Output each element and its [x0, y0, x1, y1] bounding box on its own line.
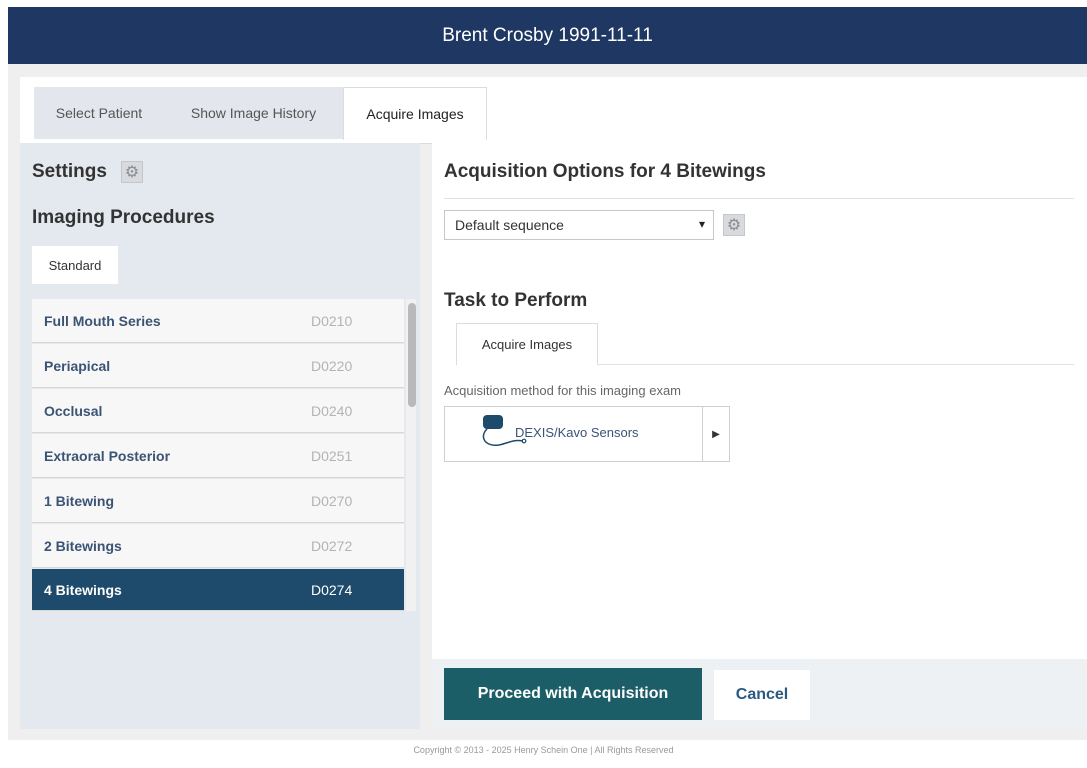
procedure-list-scroll-thumb[interactable]: [408, 303, 416, 407]
main-tabs: Select Patient Show Image History Acquir…: [20, 77, 1087, 144]
settings-heading: Settings: [32, 161, 107, 182]
copyright-footer: Copyright © 2013 - 2025 Henry Schein One…: [413, 745, 674, 755]
tab-acquire-images[interactable]: Acquire Images: [343, 87, 487, 140]
procedure-name: Periapical: [44, 357, 111, 374]
proceed-with-acquisition-button[interactable]: Proceed with Acquisition: [444, 668, 702, 720]
acquisition-method-label: DEXIS/Kavo Sensors: [515, 425, 639, 440]
gear-icon: ⚙: [124, 164, 140, 181]
acquisition-options-panel: Acquisition Options for 4 Bitewings Defa…: [432, 143, 1087, 659]
procedures-panel: Settings ⚙ Imaging Procedures Standard F…: [20, 143, 420, 729]
chevron-down-icon: ▾: [698, 217, 705, 231]
procedure-row-periapical[interactable]: Periapical D0220: [32, 344, 404, 388]
app-panel: Select Patient Show Image History Acquir…: [8, 64, 1087, 740]
procedure-name: Full Mouth Series: [44, 312, 161, 329]
procedure-row-2-bitewings[interactable]: 2 Bitewings D0272: [32, 524, 404, 568]
procedure-name: 2 Bitewings: [44, 537, 122, 554]
settings-gear-button[interactable]: ⚙: [121, 161, 143, 183]
acquisition-options-heading: Acquisition Options for 4 Bitewings: [444, 161, 766, 182]
procedure-code: D0274: [311, 581, 353, 598]
action-bar: Proceed with Acquisition Cancel: [432, 659, 1087, 729]
category-tab-standard[interactable]: Standard: [32, 246, 118, 284]
procedure-row-full-mouth-series[interactable]: Full Mouth Series D0210: [32, 299, 404, 343]
procedure-name: Occlusal: [44, 402, 103, 419]
patient-header: Brent Crosby 1991-11-11: [8, 7, 1087, 64]
procedure-name: Extraoral Posterior: [44, 447, 171, 464]
procedure-row-occlusal[interactable]: Occlusal D0240: [32, 389, 404, 433]
task-tab-acquire-images[interactable]: Acquire Images: [456, 323, 598, 365]
procedure-list: Full Mouth Series D0210 Periapical D0220…: [32, 299, 404, 611]
acquisition-method-dexis-kavo[interactable]: DEXIS/Kavo Sensors ▶: [444, 406, 730, 462]
caret-right-icon: ▶: [712, 428, 720, 440]
procedure-code: D0220: [311, 357, 353, 374]
procedure-code: D0251: [311, 447, 353, 464]
patient-title: Brent Crosby 1991-11-11: [442, 24, 653, 46]
procedure-name: 1 Bitewing: [44, 492, 115, 509]
sequence-select-value: Default sequence: [455, 217, 564, 233]
procedure-code: D0272: [311, 537, 353, 554]
procedure-code: D0210: [311, 312, 353, 329]
task-heading: Task to Perform: [444, 290, 588, 311]
sequence-select[interactable]: Default sequence ▾: [444, 210, 714, 240]
tab-show-image-history[interactable]: Show Image History: [164, 87, 343, 139]
imaging-procedures-heading: Imaging Procedures: [32, 207, 215, 228]
divider: [444, 198, 1074, 199]
procedure-code: D0270: [311, 492, 353, 509]
cancel-button[interactable]: Cancel: [714, 670, 810, 720]
gear-icon: ⚙: [726, 217, 742, 234]
procedure-row-1-bitewing[interactable]: 1 Bitewing D0270: [32, 479, 404, 523]
procedure-name: 4 Bitewings: [44, 581, 122, 598]
method-expand-button[interactable]: ▶: [702, 407, 729, 461]
sequence-settings-gear-button[interactable]: ⚙: [723, 214, 745, 236]
procedure-code: D0240: [311, 402, 353, 419]
procedure-row-4-bitewings[interactable]: 4 Bitewings D0274: [32, 569, 404, 611]
divider: [598, 364, 1074, 365]
procedure-row-extraoral-posterior[interactable]: Extraoral Posterior D0251: [32, 434, 404, 478]
method-hint: Acquisition method for this imaging exam: [444, 383, 682, 398]
tab-select-patient[interactable]: Select Patient: [34, 87, 164, 139]
